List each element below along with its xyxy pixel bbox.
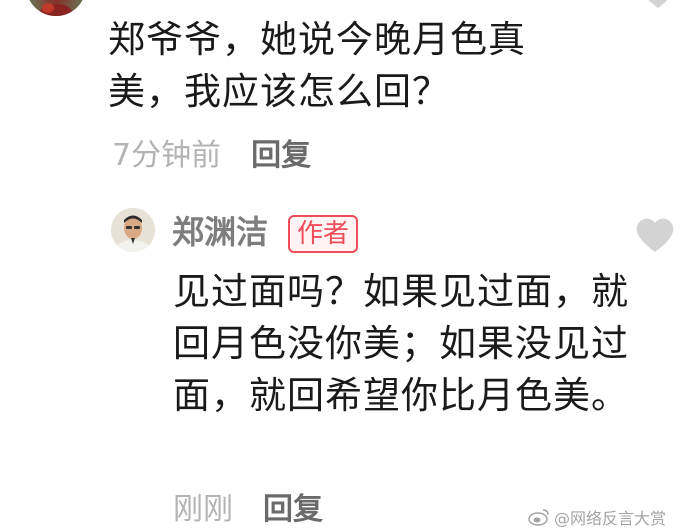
reply-reply-button[interactable]: 回复 <box>263 484 323 528</box>
author-avatar[interactable] <box>111 208 155 252</box>
commenter-avatar[interactable] <box>26 0 86 16</box>
watermark-text: @网络反言大赏 <box>554 509 667 528</box>
reply-meta: 刚刚 回复 <box>173 484 323 528</box>
author-name[interactable]: 郑渊洁 <box>172 212 268 252</box>
reply-like-heart-icon[interactable] <box>634 216 676 254</box>
comment-thread: 郑爷爷，她说今晚月色真美，我应该怎么回？ 7分钟前 回复 郑渊洁 作者 见过面吗… <box>0 0 690 532</box>
reply-time: 刚刚 <box>173 492 233 527</box>
comment-reply-button[interactable]: 回复 <box>251 130 311 174</box>
weibo-logo-icon <box>528 509 549 526</box>
author-badge: 作者 <box>288 215 359 253</box>
comment-time: 7分钟前 <box>112 138 222 173</box>
reply-text: 见过面吗？如果见过面，就回月色没你美；如果没见过面，就回希望你比月色美。 <box>173 270 629 417</box>
watermark: @网络反言大赏 <box>528 505 666 529</box>
comment-meta: 7分钟前 回复 <box>112 130 311 174</box>
comment-like-heart-icon[interactable] <box>640 0 676 10</box>
comment-text: 郑爷爷，她说今晚月色真美，我应该怎么回？ <box>108 18 526 113</box>
